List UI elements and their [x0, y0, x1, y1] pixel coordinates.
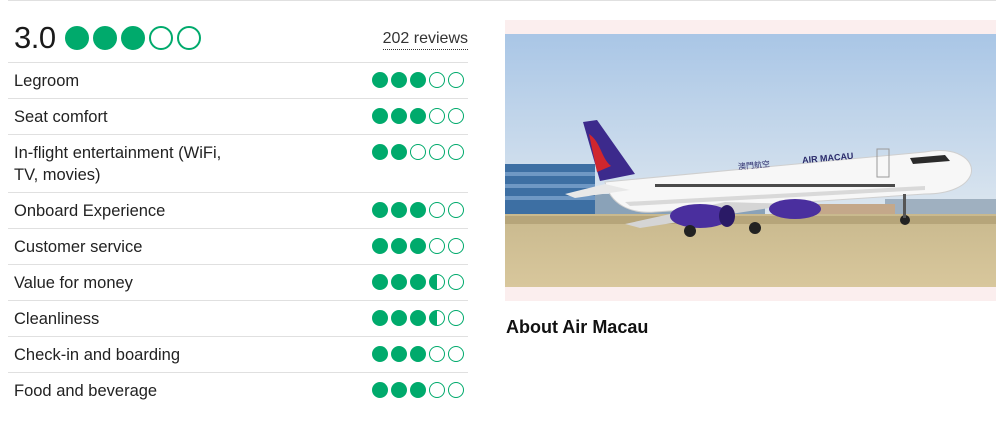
bubble-rating: [369, 310, 464, 326]
filled-bubble-icon: [391, 382, 407, 398]
filled-bubble-icon: [410, 346, 426, 362]
empty-bubble-icon: [429, 238, 445, 254]
bubble-rating: [369, 144, 464, 160]
rating-label: Check-in and boarding: [14, 346, 181, 364]
filled-bubble-icon: [410, 72, 426, 88]
empty-bubble-icon: [448, 72, 464, 88]
rating-row-food-beverage: Food and beverage: [8, 372, 468, 408]
empty-bubble-icon: [148, 26, 173, 50]
overall-bubble-rating: [64, 26, 205, 50]
about-heading: About Air Macau: [506, 317, 649, 337]
filled-bubble-icon: [64, 26, 89, 50]
filled-bubble-icon: [410, 274, 426, 290]
filled-bubble-icon: [372, 346, 388, 362]
rating-row-value-for-money: Value for money: [8, 264, 468, 300]
half-bubble-icon: [429, 310, 445, 326]
ratings-panel: 3.0 202 reviews Legroom Seat comfort In-…: [8, 14, 468, 408]
filled-bubble-icon: [372, 144, 388, 160]
airline-photo[interactable]: AIR MACAU 澳門航空: [505, 34, 996, 287]
bubble-rating: [369, 382, 464, 398]
empty-bubble-icon: [448, 346, 464, 362]
filled-bubble-icon: [391, 72, 407, 88]
filled-bubble-icon: [410, 202, 426, 218]
rating-label: Legroom: [14, 72, 80, 90]
bubble-rating: [369, 108, 464, 124]
overall-score: 3.0: [14, 20, 56, 55]
filled-bubble-icon: [391, 346, 407, 362]
bubble-rating: [369, 202, 464, 218]
bubble-rating: [369, 72, 464, 88]
empty-bubble-icon: [448, 202, 464, 218]
rating-row-onboard-experience: Onboard Experience: [8, 192, 468, 228]
reviews-count-link[interactable]: 202 reviews: [382, 30, 468, 50]
filled-bubble-icon: [372, 274, 388, 290]
filled-bubble-icon: [372, 108, 388, 124]
rating-label: Value for money: [14, 274, 133, 292]
filled-bubble-icon: [391, 144, 407, 160]
filled-bubble-icon: [391, 310, 407, 326]
empty-bubble-icon: [448, 238, 464, 254]
filled-bubble-icon: [120, 26, 145, 50]
empty-bubble-icon: [448, 144, 464, 160]
bubble-rating: [369, 274, 464, 290]
empty-bubble-icon: [429, 202, 445, 218]
filled-bubble-icon: [391, 108, 407, 124]
rating-row-check-in: Check-in and boarding: [8, 336, 468, 372]
empty-bubble-icon: [448, 274, 464, 290]
filled-bubble-icon: [372, 238, 388, 254]
bubble-rating: [369, 346, 464, 362]
empty-bubble-icon: [448, 382, 464, 398]
filled-bubble-icon: [92, 26, 117, 50]
rating-row-legroom: Legroom: [8, 62, 468, 98]
filled-bubble-icon: [410, 382, 426, 398]
filled-bubble-icon: [391, 238, 407, 254]
filled-bubble-icon: [410, 310, 426, 326]
rating-label: Food and beverage: [14, 382, 158, 400]
empty-bubble-icon: [448, 108, 464, 124]
filled-bubble-icon: [410, 238, 426, 254]
filled-bubble-icon: [391, 202, 407, 218]
empty-bubble-icon: [429, 72, 445, 88]
empty-bubble-icon: [429, 144, 445, 160]
overall-rating: 3.0 202 reviews: [8, 14, 468, 62]
rating-label: Cleanliness: [14, 310, 100, 328]
rating-label: In-flight entertainment (WiFi, TV, movie…: [14, 144, 222, 184]
filled-bubble-icon: [372, 72, 388, 88]
empty-bubble-icon: [176, 26, 201, 50]
rating-label: Seat comfort: [14, 108, 108, 126]
empty-bubble-icon: [410, 144, 426, 160]
rating-label: Onboard Experience: [14, 202, 166, 220]
rating-row-inflight-entertainment: In-flight entertainment (WiFi, TV, movie…: [8, 134, 468, 192]
empty-bubble-icon: [429, 108, 445, 124]
filled-bubble-icon: [410, 108, 426, 124]
rating-row-seat-comfort: Seat comfort: [8, 98, 468, 134]
filled-bubble-icon: [372, 202, 388, 218]
bubble-rating: [369, 238, 464, 254]
half-bubble-icon: [429, 274, 445, 290]
rating-label: Customer service: [14, 238, 143, 256]
top-divider: [8, 0, 996, 1]
empty-bubble-icon: [429, 382, 445, 398]
empty-bubble-icon: [429, 346, 445, 362]
rating-row-customer-service: Customer service: [8, 228, 468, 264]
airline-photo-frame[interactable]: AIR MACAU 澳門航空: [505, 20, 996, 301]
filled-bubble-icon: [372, 310, 388, 326]
rating-row-cleanliness: Cleanliness: [8, 300, 468, 336]
filled-bubble-icon: [391, 274, 407, 290]
empty-bubble-icon: [448, 310, 464, 326]
filled-bubble-icon: [372, 382, 388, 398]
